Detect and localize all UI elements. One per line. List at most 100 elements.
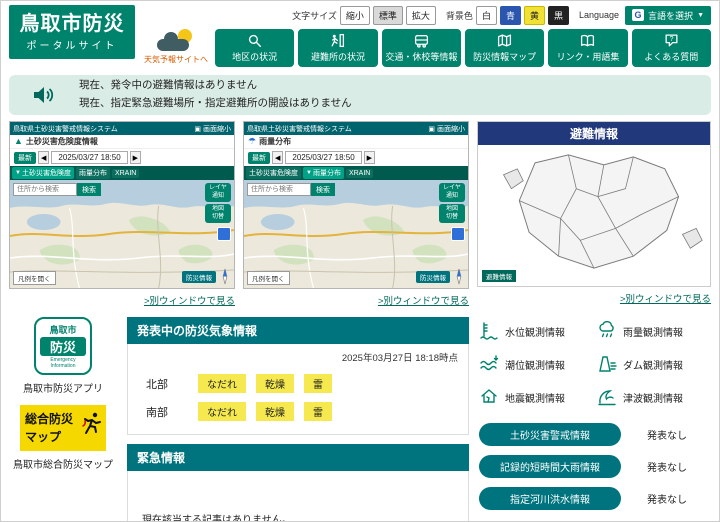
map-icon — [497, 33, 512, 48]
app-link-icon[interactable] — [451, 227, 465, 241]
obs-link-tide[interactable]: 潮位観測情報 — [479, 354, 593, 374]
map-search-button[interactable]: 検索 — [311, 183, 335, 196]
shrink-screen-button[interactable]: ▣ 画面縮小 — [194, 124, 231, 134]
layer-notify-button[interactable]: レイヤ通知 — [205, 183, 231, 202]
question-bubble-icon: ? — [664, 33, 679, 48]
open-new-window-link[interactable]: >別ウィンドウで見る — [477, 291, 711, 305]
book-icon — [580, 33, 595, 48]
bg-color-blue-button[interactable]: 青 — [500, 6, 521, 25]
open-new-window-link[interactable]: >別ウィンドウで見る — [243, 293, 469, 307]
datetime-display[interactable]: 2025/03/27 18:50 — [51, 151, 127, 164]
map-search-button[interactable]: 検索 — [77, 183, 101, 196]
tide-icon — [479, 354, 499, 374]
svg-text:?: ? — [669, 36, 673, 43]
weather-link-label: 天気予報サイトへ — [144, 54, 208, 65]
running-person-icon — [80, 411, 104, 435]
next-time-button[interactable]: ▶ — [364, 151, 375, 164]
warning-tag[interactable]: 雷 — [304, 374, 332, 393]
warning-tag[interactable]: なだれ — [198, 374, 246, 393]
tab-rainfall[interactable]: ▼雨量分布 — [303, 167, 344, 179]
compass-icon — [453, 268, 465, 285]
tab-landslide-risk[interactable]: ▼土砂災害危険度 — [12, 167, 74, 179]
nav-district-status[interactable]: 地区の状況 — [215, 29, 294, 67]
warning-tag[interactable]: 雷 — [304, 402, 332, 421]
tab-label: 雨量分布 — [313, 168, 341, 178]
warning-tag[interactable]: 乾燥 — [256, 374, 294, 393]
weather-forecast-link[interactable]: 天気予報サイトへ — [143, 29, 209, 67]
basemap-switch-button[interactable]: 地図切替 — [439, 204, 465, 223]
site-logo[interactable]: 鳥取市防災 ポータルサイト — [9, 5, 135, 59]
landslide-warning-button[interactable]: 土砂災害警戒情報 — [479, 423, 621, 446]
map-logo-line1: 総合防災 — [25, 410, 73, 427]
nav-shelter-status[interactable]: 避難所の状況 — [298, 29, 377, 67]
map-mode-row: ▲ 土砂災害危険度情報 — [10, 135, 234, 149]
bottom-row: 鳥取市 防災 Emergency Information 鳥取市防災アプリ 総合… — [9, 317, 711, 522]
sabo-map-column-left: 鳥取県土砂災害警戒情報システム ▣ 画面縮小 ▲ 土砂災害危険度情報 最新 ◀ … — [9, 121, 235, 307]
map-system-title: 鳥取県土砂災害警戒情報システム — [247, 124, 352, 134]
district-map-image — [478, 145, 710, 286]
obs-label: 雨量観測情報 — [623, 324, 683, 339]
font-size-label: 文字サイズ — [292, 9, 337, 22]
font-size-large-button[interactable]: 拡大 — [406, 6, 436, 25]
bosai-info-badge[interactable]: 防災情報 — [182, 271, 216, 283]
nav-faq[interactable]: ? よくある質問 — [632, 29, 711, 67]
app-link-icon[interactable] — [217, 227, 231, 241]
open-new-window-link[interactable]: >別ウィンドウで見る — [9, 293, 235, 307]
evacuation-map[interactable]: 避難情報 — [478, 145, 710, 286]
map-search-bar: 検索 — [13, 183, 101, 196]
nav-traffic-info[interactable]: 交通・休校等情報 — [382, 29, 461, 67]
river-flood-button[interactable]: 指定河川洪水情報 — [479, 487, 621, 510]
prev-time-button[interactable]: ◀ — [272, 151, 283, 164]
shrink-screen-button[interactable]: ▣ 画面縮小 — [428, 124, 465, 134]
map-titlebar: 鳥取県土砂災害警戒情報システム ▣ 画面縮小 — [244, 122, 468, 135]
nav-hazard-map[interactable]: 防災情報マップ — [465, 29, 544, 67]
translate-icon: G — [632, 9, 644, 21]
map-date-row: 最新 ◀ 2025/03/27 18:50 ▶ — [244, 149, 468, 166]
map-canvas[interactable]: 検索 レイヤ通知 地図切替 防災情報 凡例を開く — [244, 180, 468, 288]
prev-time-button[interactable]: ◀ — [38, 151, 49, 164]
obs-link-tsunami[interactable]: 津波観測情報 — [597, 387, 711, 407]
obs-label: 潮位観測情報 — [505, 357, 565, 372]
bg-color-white-button[interactable]: 白 — [476, 6, 497, 25]
water-level-icon — [479, 321, 499, 341]
weather-info-panel: 発表中の防災気象情報 2025年03月27日 18:18時点 北部 なだれ 乾燥… — [127, 317, 469, 522]
layer-notify-button[interactable]: レイヤ通知 — [439, 183, 465, 202]
bg-color-black-button[interactable]: 黒 — [548, 6, 569, 25]
tab-xrain[interactable]: XRAIN — [112, 169, 139, 178]
tsunami-icon — [597, 387, 617, 407]
map-layer-tabs: ▼土砂災害危険度 雨量分布 XRAIN — [10, 166, 234, 180]
latest-badge: 最新 — [14, 152, 36, 164]
tab-label: 土砂災害危険度 — [249, 168, 298, 178]
app-icon-city-text: 鳥取市 — [49, 323, 76, 336]
map-canvas[interactable]: 検索 レイヤ通知 地図切替 防災情報 凡例を開く — [10, 180, 234, 288]
bg-color-yellow-button[interactable]: 黄 — [524, 6, 545, 25]
bosai-info-badge[interactable]: 防災情報 — [416, 271, 450, 283]
tab-landslide-risk[interactable]: 土砂災害危険度 — [246, 167, 301, 179]
obs-link-dam[interactable]: ダム観測情報 — [597, 354, 711, 374]
address-search-input[interactable] — [13, 183, 77, 196]
sabo-map-column-right: 鳥取県土砂災害警戒情報システム ▣ 画面縮小 ☂ 雨量分布 最新 ◀ 2025/… — [243, 121, 469, 307]
obs-link-earthquake[interactable]: 地震観測情報 — [479, 387, 593, 407]
sogo-bosai-map-icon[interactable]: 総合防災 マップ — [20, 405, 106, 451]
nav-links-glossary[interactable]: リンク・用語集 — [548, 29, 627, 67]
weather-info-timestamp: 2025年03月27日 18:18時点 — [128, 346, 468, 370]
area-label: 北部 — [146, 376, 198, 392]
tab-rainfall[interactable]: 雨量分布 — [76, 167, 110, 179]
font-size-standard-button[interactable]: 標準 — [373, 6, 403, 25]
language-select[interactable]: G 言語を選択 ▼ — [625, 6, 711, 25]
address-search-input[interactable] — [247, 183, 311, 196]
legend-open-button[interactable]: 凡例を開く — [13, 271, 56, 285]
font-size-small-button[interactable]: 縮小 — [340, 6, 370, 25]
obs-link-rainfall[interactable]: 雨量観測情報 — [597, 321, 711, 341]
warning-tag[interactable]: 乾燥 — [256, 402, 294, 421]
datetime-display[interactable]: 2025/03/27 18:50 — [285, 151, 361, 164]
bosai-app-icon[interactable]: 鳥取市 防災 Emergency Information — [34, 317, 92, 375]
map-logo-line2: マップ — [25, 428, 61, 445]
warning-tag[interactable]: なだれ — [198, 402, 246, 421]
legend-open-button[interactable]: 凡例を開く — [247, 271, 290, 285]
tab-xrain[interactable]: XRAIN — [346, 169, 373, 178]
record-rain-button[interactable]: 記録的短時間大雨情報 — [479, 455, 621, 478]
basemap-switch-button[interactable]: 地図切替 — [205, 204, 231, 223]
next-time-button[interactable]: ▶ — [130, 151, 141, 164]
obs-link-water-level[interactable]: 水位観測情報 — [479, 321, 593, 341]
